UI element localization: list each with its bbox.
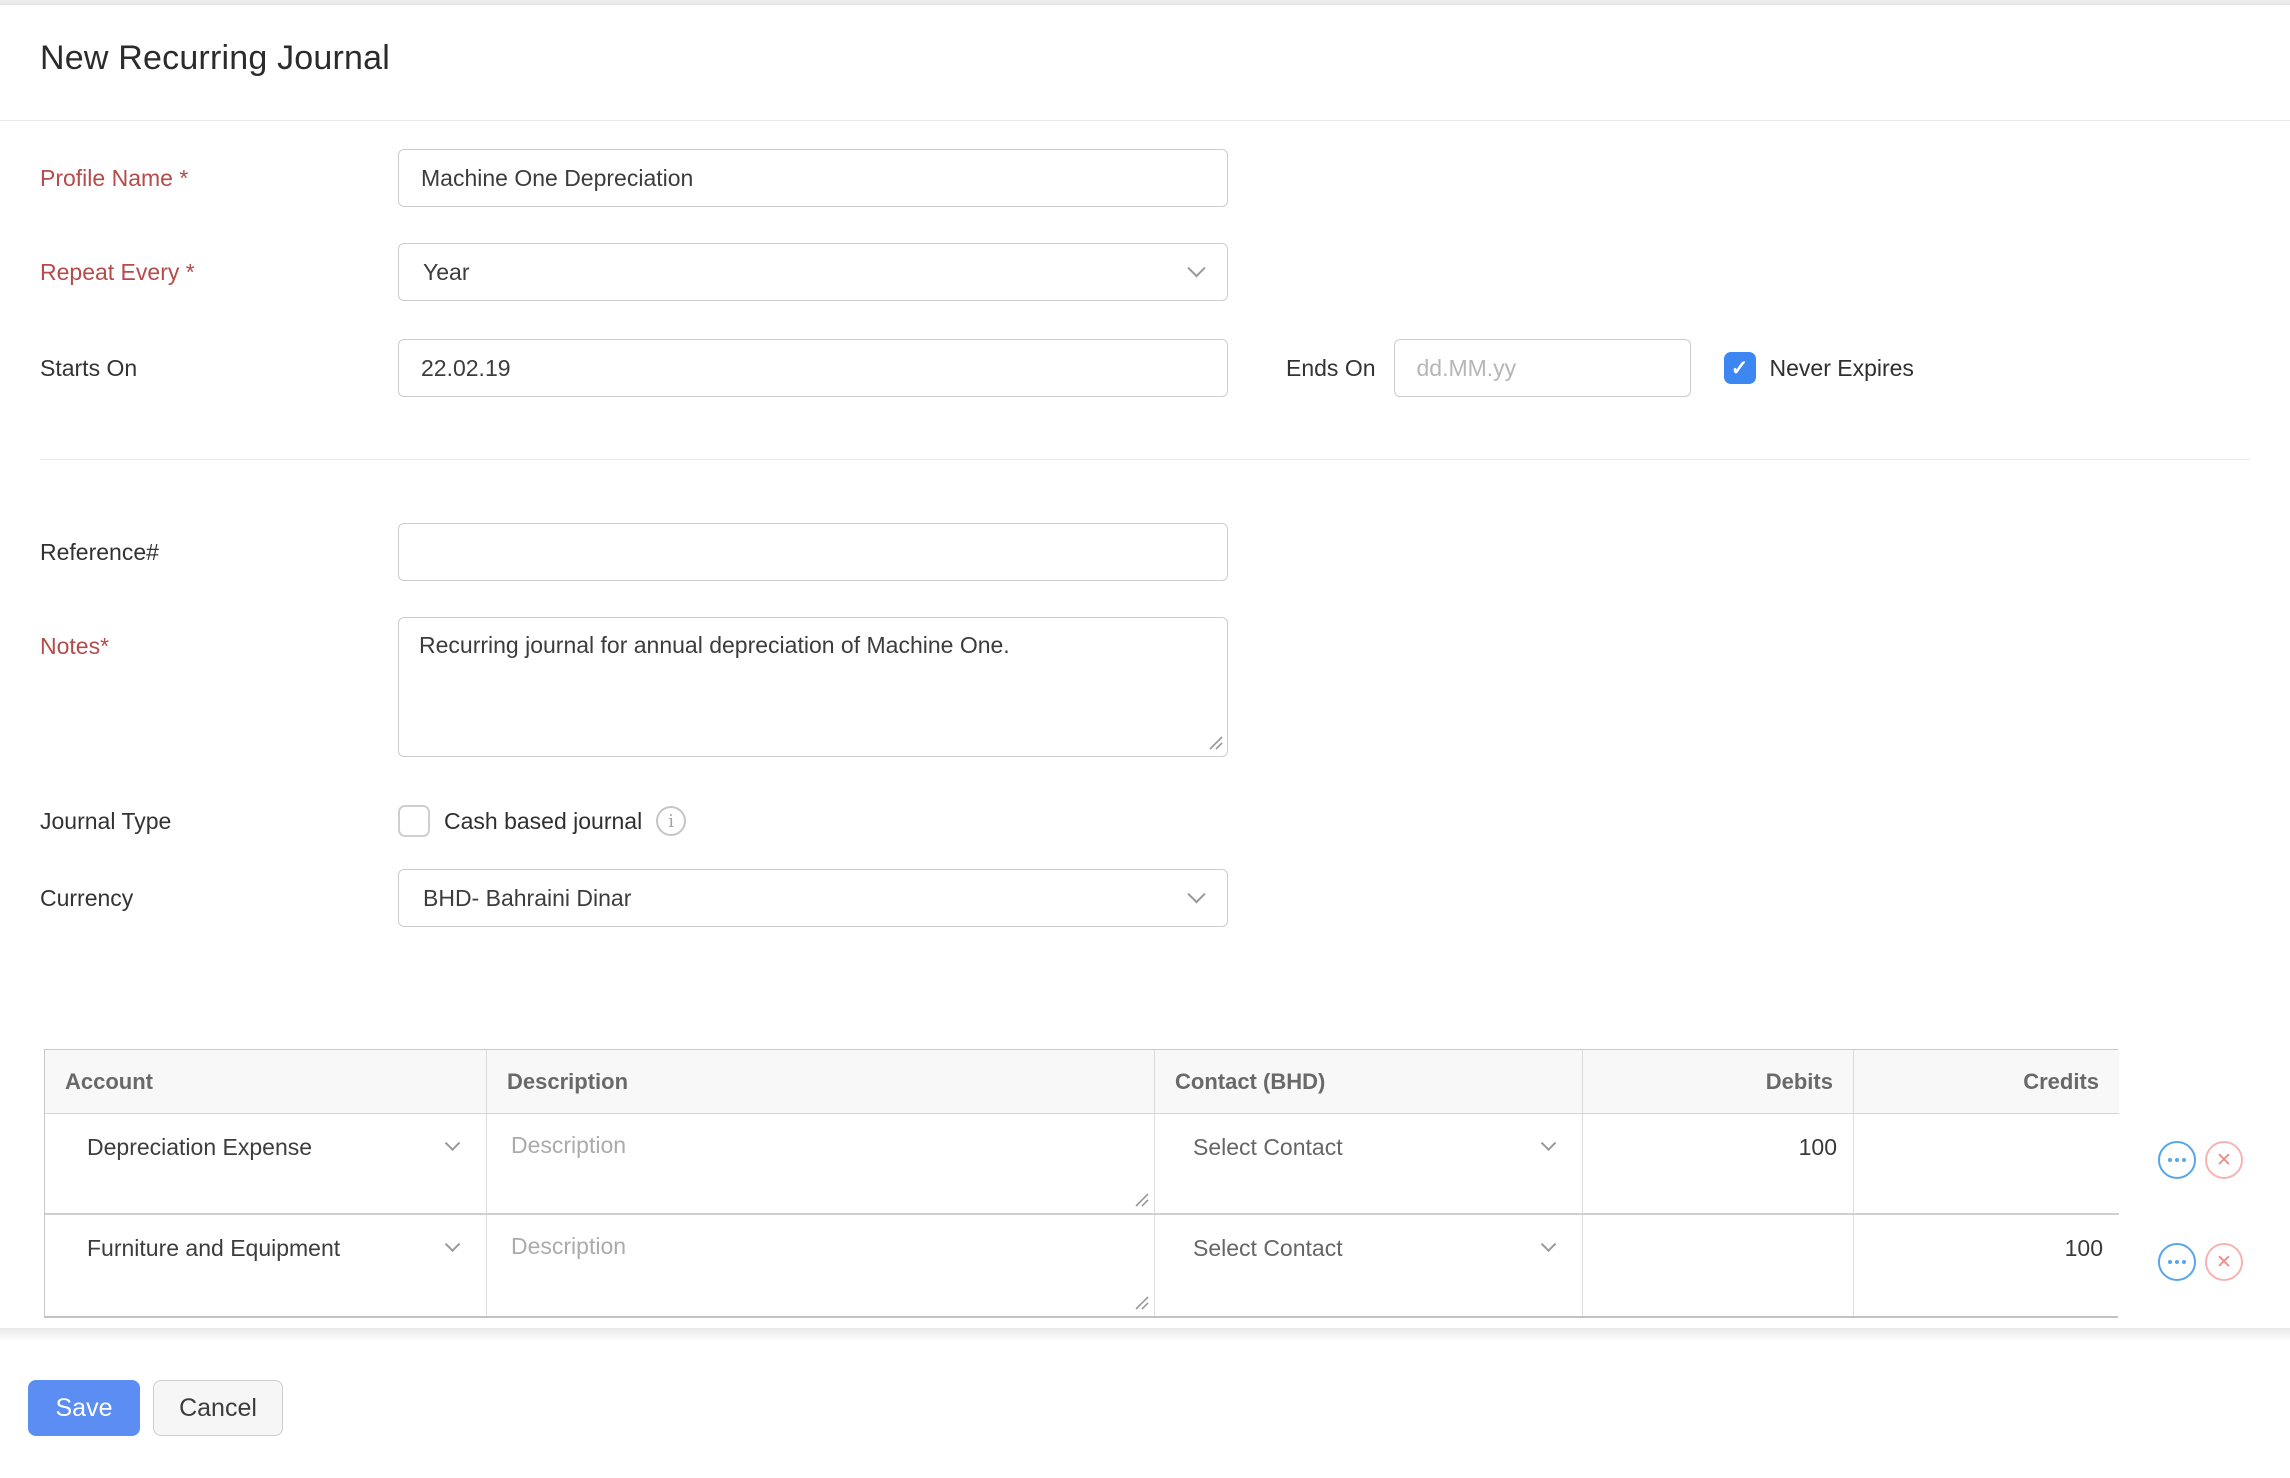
profile-name-label: Profile Name * bbox=[40, 164, 189, 191]
contact-select[interactable]: Select Contact bbox=[1173, 1229, 1564, 1268]
line-items-table: Account Description Contact (BHD) Debits… bbox=[44, 1049, 2119, 1318]
table-row-2-debits-cell[interactable] bbox=[1583, 1215, 1854, 1316]
form-row-reference: Reference# bbox=[40, 523, 2250, 581]
cancel-button[interactable]: Cancel bbox=[153, 1380, 283, 1436]
row-delete-button[interactable]: ✕ bbox=[2205, 1243, 2243, 1281]
contact-value: Select Contact bbox=[1193, 1235, 1343, 1261]
cash-based-journal-checkbox[interactable] bbox=[398, 805, 430, 837]
starts-on-input[interactable] bbox=[398, 339, 1228, 397]
chevron-down-icon bbox=[1187, 258, 1206, 277]
notes-label: Notes* bbox=[40, 633, 110, 659]
line-items-section: Account Description Contact (BHD) Debits… bbox=[44, 1049, 2250, 1318]
account-select[interactable]: Furniture and Equipment bbox=[63, 1229, 468, 1268]
form-row-repeat-every: Repeat Every * Year bbox=[40, 243, 2250, 301]
account-value: Furniture and Equipment bbox=[87, 1235, 341, 1261]
resize-handle-icon[interactable] bbox=[1134, 1295, 1149, 1310]
column-header-credits: Credits bbox=[1854, 1050, 2119, 1114]
description-placeholder: Description bbox=[511, 1132, 627, 1158]
profile-name-input[interactable] bbox=[398, 149, 1228, 207]
recurring-journal-form: Profile Name * Repeat Every * Year Start… bbox=[0, 149, 2290, 927]
currency-value: BHD- Bahraini Dinar bbox=[423, 884, 632, 911]
account-select[interactable]: Depreciation Expense bbox=[63, 1128, 468, 1167]
notes-textarea[interactable]: Recurring journal for annual depreciatio… bbox=[398, 617, 1228, 757]
table-row-1-credits-cell[interactable] bbox=[1854, 1114, 2119, 1215]
table-row-1-account-cell: Depreciation Expense bbox=[45, 1114, 487, 1215]
ellipsis-icon bbox=[2168, 1260, 2172, 1264]
table-row-2-account-cell: Furniture and Equipment bbox=[45, 1215, 487, 1316]
row-delete-button[interactable]: ✕ bbox=[2205, 1141, 2243, 1179]
contact-select[interactable]: Select Contact bbox=[1173, 1128, 1564, 1167]
ends-on-label: Ends On bbox=[1286, 354, 1376, 381]
credits-value: 100 bbox=[2064, 1235, 2103, 1261]
table-row-2-description-cell[interactable]: Description bbox=[487, 1215, 1155, 1316]
starts-on-label: Starts On bbox=[40, 354, 138, 381]
account-value: Depreciation Expense bbox=[87, 1134, 313, 1160]
row-settings-button[interactable] bbox=[2158, 1141, 2196, 1179]
cash-based-journal-label: Cash based journal bbox=[444, 807, 643, 834]
chevron-down-icon bbox=[1187, 884, 1206, 903]
chevron-down-icon bbox=[444, 1236, 461, 1253]
table-row-2-actions: ✕ bbox=[2158, 1243, 2243, 1281]
column-header-account: Account bbox=[45, 1050, 487, 1114]
chevron-down-icon bbox=[444, 1135, 461, 1152]
page-header: New Recurring Journal bbox=[0, 5, 2290, 121]
repeat-every-value: Year bbox=[423, 258, 470, 285]
checkmark-icon: ✓ bbox=[1730, 356, 1749, 380]
never-expires-checkbox[interactable]: ✓ bbox=[1723, 352, 1756, 384]
save-button[interactable]: Save bbox=[28, 1380, 140, 1436]
column-header-description: Description bbox=[487, 1050, 1155, 1114]
contact-value: Select Contact bbox=[1193, 1134, 1343, 1160]
reference-input[interactable] bbox=[398, 523, 1228, 581]
reference-label: Reference# bbox=[40, 538, 159, 565]
chevron-down-icon bbox=[1540, 1236, 1557, 1253]
form-row-notes: Notes* Recurring journal for annual depr… bbox=[40, 617, 2250, 757]
table-row-2-credits-cell[interactable]: 100 bbox=[1854, 1215, 2119, 1316]
form-row-currency: Currency BHD- Bahraini Dinar bbox=[40, 869, 2250, 927]
repeat-every-label: Repeat Every * bbox=[40, 258, 195, 285]
table-row-1-actions: ✕ bbox=[2158, 1141, 2243, 1179]
ellipsis-icon bbox=[2182, 1260, 2186, 1264]
section-divider bbox=[40, 459, 2250, 460]
description-placeholder: Description bbox=[511, 1233, 627, 1259]
table-row-2-contact-cell: Select Contact bbox=[1155, 1215, 1583, 1316]
ellipsis-icon bbox=[2182, 1158, 2186, 1162]
table-row-1-contact-cell: Select Contact bbox=[1155, 1114, 1583, 1215]
currency-select[interactable]: BHD- Bahraini Dinar bbox=[398, 869, 1228, 927]
ellipsis-icon bbox=[2175, 1158, 2179, 1162]
ends-on-input[interactable] bbox=[1393, 339, 1691, 397]
column-header-debits: Debits bbox=[1583, 1050, 1854, 1114]
journal-type-label: Journal Type bbox=[40, 807, 172, 834]
chevron-down-icon bbox=[1540, 1135, 1557, 1152]
ellipsis-icon bbox=[2175, 1260, 2179, 1264]
never-expires-label: Never Expires bbox=[1769, 354, 1914, 381]
repeat-every-select[interactable]: Year bbox=[398, 243, 1228, 301]
cash-based-journal-option: Cash based journal i bbox=[398, 805, 687, 837]
table-row-1-description-cell[interactable]: Description bbox=[487, 1114, 1155, 1215]
ellipsis-icon bbox=[2168, 1158, 2172, 1162]
footer-actions: Save Cancel bbox=[0, 1342, 2290, 1436]
debits-value: 100 bbox=[1798, 1134, 1837, 1160]
table-row-1-debits-cell[interactable]: 100 bbox=[1583, 1114, 1854, 1215]
form-row-profile-name: Profile Name * bbox=[40, 149, 2250, 207]
info-icon[interactable]: i bbox=[656, 806, 687, 836]
column-header-contact: Contact (BHD) bbox=[1155, 1050, 1583, 1114]
form-row-dates: Starts On Ends On ✓ Never Expires bbox=[40, 339, 2250, 397]
notes-field-wrap: Recurring journal for annual depreciatio… bbox=[398, 617, 1228, 757]
row-settings-button[interactable] bbox=[2158, 1243, 2196, 1281]
form-row-journal-type: Journal Type Cash based journal i bbox=[40, 805, 2250, 837]
page-title: New Recurring Journal bbox=[40, 39, 391, 77]
footer-divider bbox=[0, 1328, 2290, 1342]
resize-handle-icon[interactable] bbox=[1134, 1192, 1149, 1207]
currency-label: Currency bbox=[40, 884, 134, 911]
